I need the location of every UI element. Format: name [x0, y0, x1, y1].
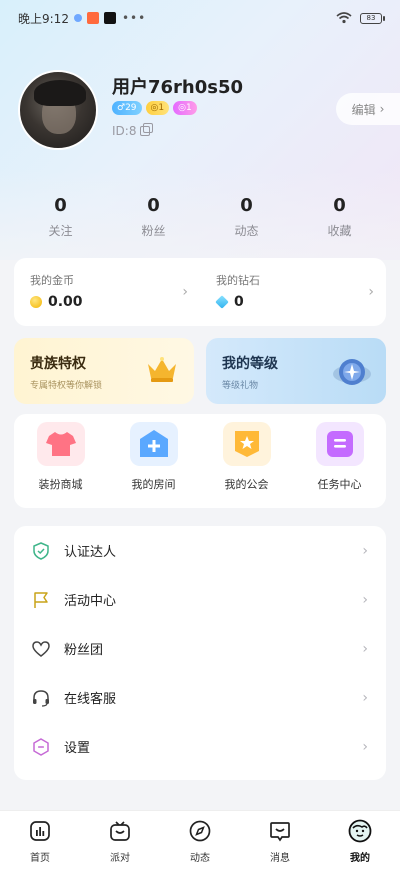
tab-label: 首页 [30, 853, 50, 864]
avatar-hair [34, 80, 86, 106]
tab-home[interactable]: 首页 [0, 811, 80, 888]
stat-value: 0 [147, 195, 160, 216]
copy-icon[interactable] [140, 123, 154, 136]
shortcut-label: 任务中心 [317, 478, 362, 491]
shield-check-icon [32, 541, 50, 560]
shortcut-grid: 装扮商城 我的房间 我的公会 任务中心 [14, 414, 386, 508]
settings-hexagon-icon [32, 737, 50, 756]
level-badge-icon [333, 359, 371, 385]
menu-item-activity-center[interactable]: 活动中心 › [14, 575, 386, 624]
chevron-right-icon: › [379, 102, 385, 116]
tab-label: 动态 [190, 853, 210, 864]
stat-following[interactable]: 0 关注 [14, 195, 107, 239]
room-plus-icon [129, 422, 178, 466]
tab-messages[interactable]: 消息 [240, 811, 320, 888]
heart-icon [32, 640, 50, 658]
coin-icon [30, 296, 42, 308]
stat-fans[interactable]: 0 粉丝 [107, 195, 200, 239]
menu-label: 设置 [64, 741, 91, 756]
flag-icon [32, 591, 50, 609]
shortcut-dress-shop[interactable]: 装扮商城 [14, 414, 107, 508]
menu-item-settings[interactable]: 设置 › [14, 722, 386, 771]
guild-flag-icon [222, 422, 271, 466]
status-app-icon [73, 14, 82, 22]
menu-label: 粉丝团 [64, 643, 104, 658]
stat-value: 0 [240, 195, 253, 216]
tab-feed[interactable]: 动态 [160, 811, 240, 888]
stat-value: 0 [54, 195, 67, 216]
menu-label: 认证达人 [64, 545, 117, 560]
wallet-card: 我的金币 0.00 › 我的钻石 0 › [14, 258, 386, 326]
diamonds-value: 0 [234, 294, 244, 310]
shortcut-my-guild[interactable]: 我的公会 [200, 414, 293, 508]
menu-label: 在线客服 [64, 692, 117, 707]
battery-icon: 83 [360, 12, 385, 24]
gender-age-badge: ♂29 [112, 101, 142, 115]
shortcut-label: 我的公会 [224, 478, 269, 491]
tab-party[interactable]: 派对 [80, 811, 160, 888]
username: 用户76rh0s50 [112, 77, 244, 98]
coins-label: 我的金币 [30, 274, 74, 287]
status-bar: 晚上9:12 ••• 83 [18, 8, 385, 28]
user-id: ID:8 [112, 124, 137, 138]
noble-privilege-card[interactable]: 贵族特权 专属特权等你解锁 [14, 338, 194, 404]
shortcut-task-center[interactable]: 任务中心 [293, 414, 386, 508]
user-id-row: ID:8 [112, 123, 154, 138]
stat-label: 关注 [48, 224, 73, 238]
chevron-right-icon: › [362, 640, 368, 657]
menu-item-certification[interactable]: 认证达人 › [14, 526, 386, 575]
menu-item-fan-club[interactable]: 粉丝团 › [14, 624, 386, 673]
shortcut-label: 我的房间 [131, 478, 176, 491]
message-icon [268, 819, 292, 843]
my-level-card[interactable]: 我的等级 等级礼物 [206, 338, 386, 404]
stats-row: 0 关注 0 粉丝 0 动态 0 收藏 [14, 195, 386, 239]
chevron-right-icon: › [368, 284, 374, 300]
avatar[interactable] [18, 70, 98, 150]
chevron-right-icon: › [362, 738, 368, 755]
stat-favorites[interactable]: 0 收藏 [293, 195, 386, 239]
edit-profile-button[interactable]: 编辑 › [336, 93, 400, 125]
chevron-right-icon: › [362, 689, 368, 706]
chevron-right-icon: › [362, 591, 368, 608]
tab-label: 消息 [270, 853, 290, 864]
stat-posts[interactable]: 0 动态 [200, 195, 293, 239]
tab-label: 我的 [350, 853, 370, 864]
tiktok-icon [103, 12, 116, 24]
shortcut-label: 装扮商城 [38, 478, 83, 491]
diamonds-section[interactable]: 我的钻石 0 › [200, 258, 386, 326]
status-app-icon [86, 12, 99, 24]
bottom-tab-bar: 首页 派对 动态 消息 我的 [0, 810, 400, 888]
wealth-level-badge: ◎1 [145, 101, 170, 115]
menu-list: 认证达人 › 活动中心 › 粉丝团 › 在线客服 › 设置 › [14, 526, 386, 780]
user-badges: ♂29 ◎1 ◎1 [112, 101, 197, 115]
stat-label: 收藏 [327, 224, 352, 238]
charm-level-badge: ◎1 [173, 101, 197, 115]
chevron-right-icon: › [362, 542, 368, 559]
coins-value: 0.00 [48, 294, 83, 310]
crown-icon [148, 357, 176, 382]
coins-section[interactable]: 我的金币 0.00 › [14, 258, 200, 326]
menu-label: 活动中心 [64, 594, 117, 609]
chevron-right-icon: › [182, 284, 188, 300]
stat-label: 动态 [234, 224, 259, 238]
headset-icon [32, 689, 50, 707]
status-time: 晚上9:12 [18, 11, 69, 26]
home-chart-icon [28, 819, 52, 843]
profile-face-icon [348, 819, 372, 843]
shortcut-my-room[interactable]: 我的房间 [107, 414, 200, 508]
diamond-icon [215, 295, 229, 309]
stat-value: 0 [333, 195, 346, 216]
tv-icon [108, 819, 132, 843]
edit-label: 编辑 [351, 102, 376, 117]
menu-item-customer-service[interactable]: 在线客服 › [14, 673, 386, 722]
compass-icon [188, 819, 212, 843]
task-icon [315, 422, 364, 466]
tab-label: 派对 [110, 853, 130, 864]
shirt-icon [36, 422, 85, 466]
stat-label: 粉丝 [141, 224, 166, 238]
wifi-icon [336, 12, 352, 24]
status-dots: ••• [121, 11, 147, 25]
diamonds-label: 我的钻石 [216, 274, 260, 287]
tab-mine[interactable]: 我的 [320, 811, 400, 888]
